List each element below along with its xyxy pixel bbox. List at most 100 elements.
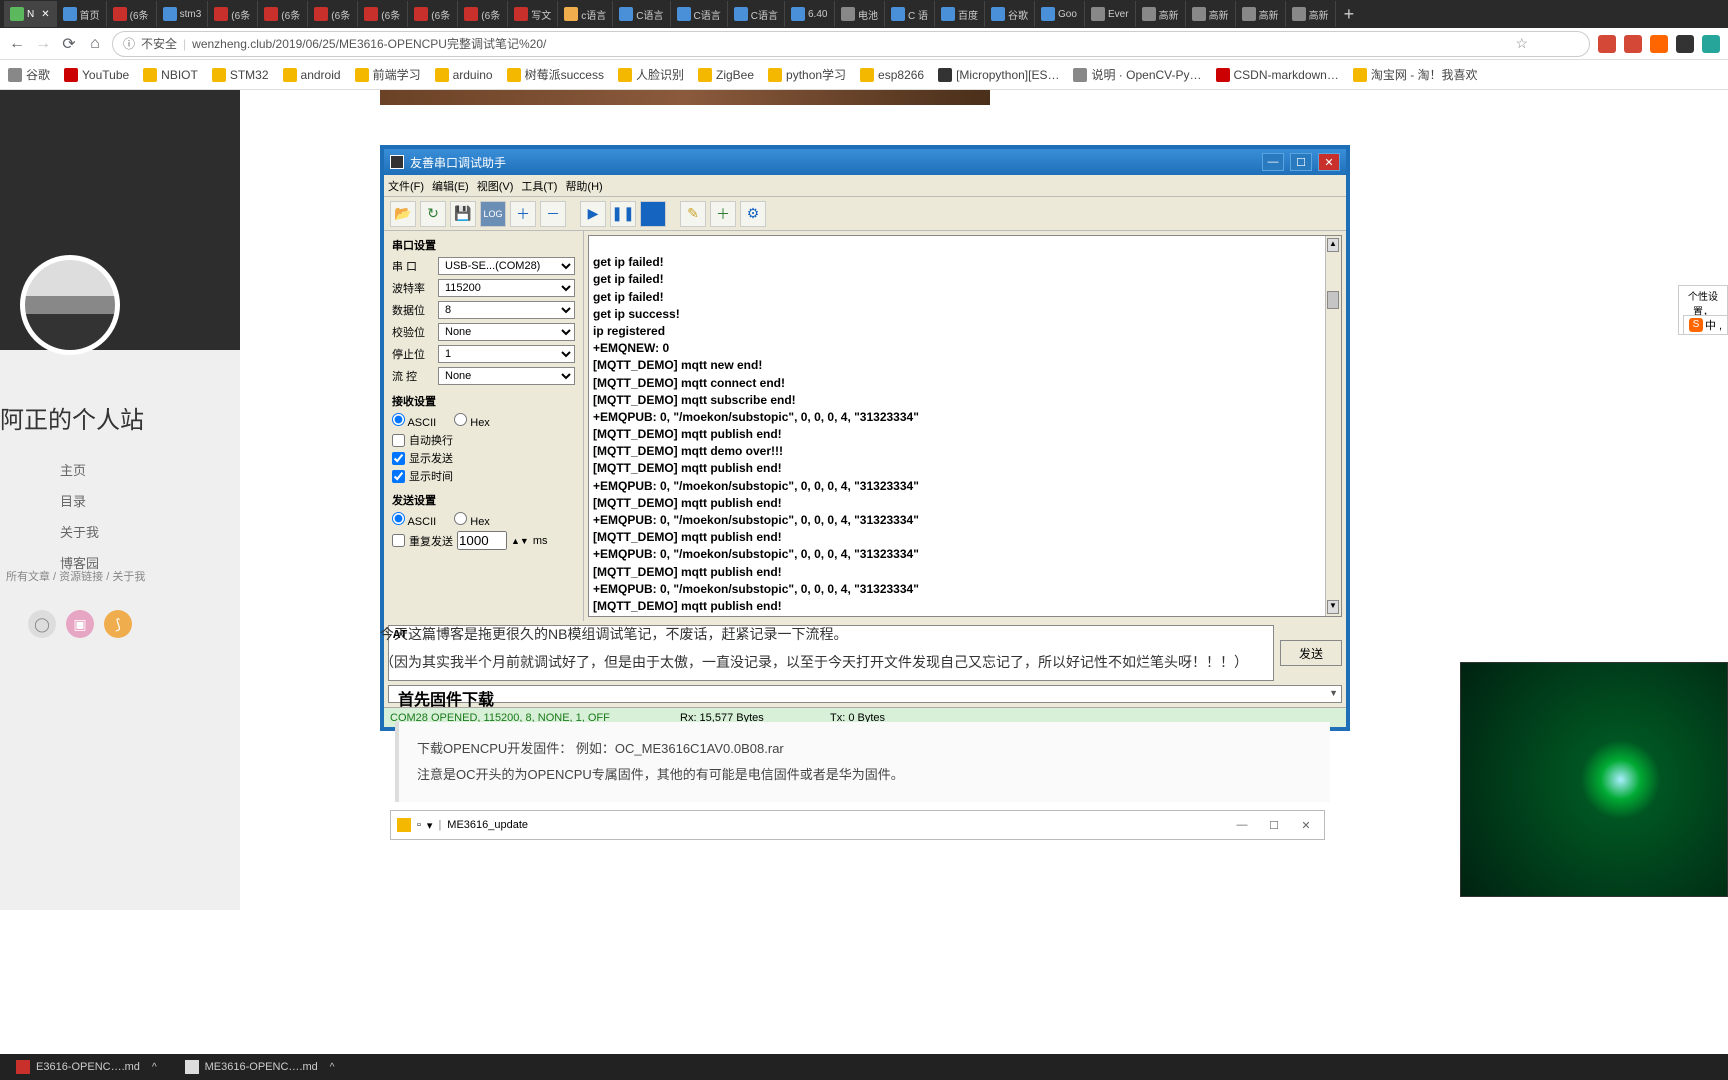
send-button[interactable]: 发送 <box>1280 640 1342 666</box>
bookmark[interactable]: esp8266 <box>860 68 924 82</box>
video-thumbnail[interactable] <box>1460 662 1728 897</box>
repeat-interval-input[interactable] <box>457 531 507 550</box>
bookmark[interactable]: python学习 <box>768 66 846 83</box>
extension-icon[interactable] <box>1702 35 1720 53</box>
tab[interactable]: 高新 <box>1286 1 1336 27</box>
tab[interactable]: 百度 <box>935 1 985 27</box>
explorer-maximize[interactable]: ☐ <box>1260 816 1288 834</box>
nav-about[interactable]: 关于我 <box>60 522 99 541</box>
baud-select[interactable]: 115200 <box>438 279 575 297</box>
explorer-minimize[interactable]: — <box>1228 816 1256 834</box>
tb-add-icon[interactable]: ＋ <box>710 201 736 227</box>
bookmark[interactable]: YouTube <box>64 68 129 82</box>
tb-open-icon[interactable]: 📂 <box>390 201 416 227</box>
stopbits-select[interactable]: 1 <box>438 345 575 363</box>
minimize-button[interactable]: — <box>1262 153 1284 171</box>
extension-icon[interactable] <box>1676 35 1694 53</box>
bookmark[interactable]: android <box>283 68 341 82</box>
tb-settings-icon[interactable]: ⚙ <box>740 201 766 227</box>
tab[interactable]: (6条 <box>408 1 458 27</box>
tb-log-icon[interactable]: LOG <box>480 201 506 227</box>
tab[interactable]: C语言 <box>671 1 728 27</box>
databits-select[interactable]: 8 <box>438 301 575 319</box>
caret-icon[interactable]: ^ <box>330 1062 335 1073</box>
download-item[interactable]: ME3616-OPENC….md ^ <box>175 1058 345 1076</box>
bookmark[interactable]: STM32 <box>212 68 269 82</box>
tab[interactable]: Ever <box>1085 1 1136 27</box>
home-button[interactable]: ⌂ <box>86 35 104 53</box>
history-combo[interactable] <box>388 685 1342 703</box>
bookmark[interactable]: 谷歌 <box>8 66 50 83</box>
tab[interactable]: Goo <box>1035 1 1085 27</box>
tab[interactable]: (6条 <box>107 1 157 27</box>
maximize-button[interactable]: ☐ <box>1290 153 1312 171</box>
bookmark[interactable]: CSDN-markdown… <box>1216 68 1339 82</box>
bookmark[interactable]: arduino <box>435 68 493 82</box>
back-button[interactable]: ← <box>8 35 26 53</box>
show-time-check[interactable] <box>392 470 405 483</box>
tab[interactable]: (6条 <box>458 1 508 27</box>
github-icon[interactable]: ◯ <box>28 610 56 638</box>
tab-active[interactable]: N✕ <box>4 1 57 27</box>
bookmark[interactable]: [Micropython][ES… <box>938 68 1059 82</box>
scroll-up-icon[interactable]: ▲ <box>1327 238 1339 252</box>
bookmark[interactable]: ZigBee <box>698 68 754 82</box>
scroll-down-icon[interactable]: ▼ <box>1327 600 1339 614</box>
recv-ascii-radio[interactable]: ASCII <box>392 413 436 429</box>
tab[interactable]: 写文 <box>508 1 558 27</box>
bookmark[interactable]: 淘宝网 - 淘！我喜欢 <box>1353 66 1478 83</box>
sub-nav[interactable]: 所有文章 / 资源链接 / 关于我 <box>6 568 145 584</box>
tab[interactable]: C语言 <box>728 1 785 27</box>
caret-icon[interactable]: ^ <box>152 1062 157 1073</box>
tab[interactable]: 电池 <box>835 1 885 27</box>
tab[interactable]: 高新 <box>1186 1 1236 27</box>
close-tab-icon[interactable]: ✕ <box>41 9 49 20</box>
download-item[interactable]: E3616-OPENC….md ^ <box>6 1058 167 1076</box>
url-input[interactable]: ⓘ 不安全 | wenzheng.club/2019/06/25/ME3616-… <box>112 31 1590 57</box>
ime-indicator[interactable]: S 中 , <box>1683 315 1728 335</box>
explorer-close[interactable]: ✕ <box>1292 816 1320 834</box>
tb-minus-icon[interactable]: － <box>540 201 566 227</box>
tab[interactable]: C语言 <box>613 1 670 27</box>
tb-pause-icon[interactable]: ❚❚ <box>610 201 636 227</box>
extension-icon[interactable] <box>1598 35 1616 53</box>
scroll-thumb[interactable] <box>1327 291 1339 309</box>
auto-wrap-check[interactable] <box>392 434 405 447</box>
tb-refresh-icon[interactable]: ↻ <box>420 201 446 227</box>
tb-save-icon[interactable]: 💾 <box>450 201 476 227</box>
bookmark[interactable]: 说明 · OpenCV-Py… <box>1073 66 1201 83</box>
forward-button[interactable]: → <box>34 35 52 53</box>
tab[interactable]: (6条 <box>208 1 258 27</box>
nav-catalog[interactable]: 目录 <box>60 491 99 510</box>
menu-help[interactable]: 帮助(H) <box>565 178 602 194</box>
tab[interactable]: stm3 <box>157 1 209 27</box>
parity-select[interactable]: None <box>438 323 575 341</box>
bilibili-icon[interactable]: ▣ <box>66 610 94 638</box>
bookmark-star-icon[interactable]: ☆ <box>1515 35 1528 52</box>
tab[interactable]: 谷歌 <box>985 1 1035 27</box>
menu-tools[interactable]: 工具(T) <box>521 178 557 194</box>
menu-file[interactable]: 文件(F) <box>388 178 424 194</box>
extension-icon[interactable] <box>1650 35 1668 53</box>
tab[interactable]: (6条 <box>258 1 308 27</box>
bookmark[interactable]: NBIOT <box>143 68 198 82</box>
menu-edit[interactable]: 编辑(E) <box>432 178 469 194</box>
recv-hex-radio[interactable]: Hex <box>454 413 490 429</box>
explorer-toggle-icon[interactable]: ▫ <box>417 819 421 831</box>
bookmark[interactable]: 人脸识别 <box>618 66 684 83</box>
tab[interactable]: c语言 <box>558 1 613 27</box>
tab[interactable]: 6.40 <box>785 1 835 27</box>
scrollbar[interactable]: ▲ ▼ <box>1325 236 1341 616</box>
show-send-check[interactable] <box>392 452 405 465</box>
serial-output[interactable]: get ip failed! get ip failed! get ip fai… <box>588 235 1342 617</box>
send-ascii-radio[interactable]: ASCII <box>392 512 436 528</box>
tab[interactable]: 高新 <box>1136 1 1186 27</box>
tb-stop-icon[interactable] <box>640 201 666 227</box>
explorer-dropdown-icon[interactable]: ▾ <box>427 819 433 832</box>
menu-view[interactable]: 视图(V) <box>477 178 514 194</box>
close-button[interactable]: ✕ <box>1318 153 1340 171</box>
repeat-check[interactable] <box>392 534 405 547</box>
tab[interactable]: 首页 <box>57 1 107 27</box>
tb-play-icon[interactable]: ▶ <box>580 201 606 227</box>
tab[interactable]: (6条 <box>358 1 408 27</box>
